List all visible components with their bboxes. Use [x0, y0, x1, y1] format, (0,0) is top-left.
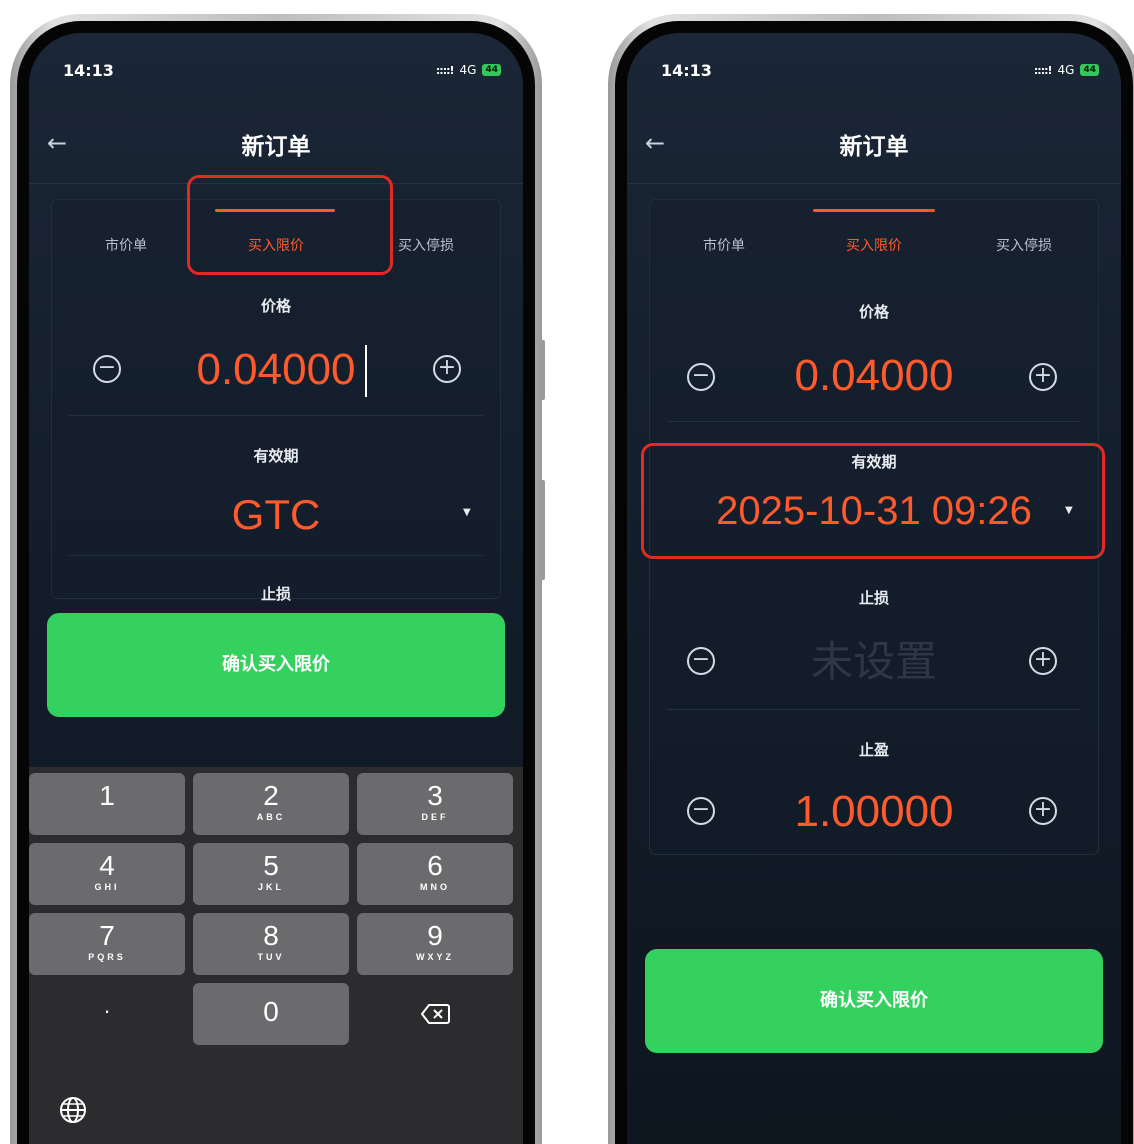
key-3[interactable]: 3 DEF [357, 773, 513, 835]
backspace-icon [420, 1004, 450, 1024]
battery-icon: 44 [482, 64, 501, 76]
dropdown-triangle-icon[interactable]: ▼ [463, 507, 471, 518]
key-number: 3 [427, 780, 443, 811]
network-label: 4G [1057, 63, 1075, 77]
row-divider [69, 555, 483, 556]
left-phone-screen: 14:13 ::::! 4G 44 ← 新订单 市价单 买入限价 买入停损 价格… [29, 33, 523, 1144]
order-type-tabs: 市价单 买入限价 买入停损 [649, 235, 1099, 255]
battery-icon: 44 [1080, 64, 1099, 76]
row-divider [667, 421, 1081, 422]
stop-loss-label: 止损 [858, 589, 889, 607]
key-letters: JKL [257, 882, 284, 892]
key-number: 9 [427, 920, 443, 951]
plus-circle-icon[interactable]: + [1029, 797, 1057, 825]
key-5[interactable]: 5 JKL [193, 843, 349, 905]
key-letters: PQRS [88, 952, 126, 962]
take-profit-label: 止盈 [858, 741, 889, 759]
right-phone-screen: 14:13 ::::! 4G 44 ← 新订单 市价单 买入限价 买入停损 价格… [627, 33, 1121, 1144]
validity-highlight-box [641, 443, 1105, 559]
confirm-buy-limit-button[interactable]: 确认买入限价 [645, 949, 1103, 1053]
status-time: 14:13 [661, 61, 712, 80]
signal-icon: ::::! [435, 63, 455, 77]
tab-buy-limit[interactable]: 买入限价 [799, 235, 949, 255]
side-button [541, 340, 545, 400]
plus-circle-icon[interactable]: + [1029, 647, 1057, 675]
phone-bezel: 14:13 ::::! 4G 44 ← 新订单 市价单 买入限价 买入停损 价格… [17, 21, 535, 1144]
right-phone-frame: 14:13 ::::! 4G 44 ← 新订单 市价单 买入限价 买入停损 价格… [608, 14, 1134, 1144]
stop-loss-label: 止损 [260, 585, 291, 603]
tab-highlight-box [187, 175, 393, 275]
validity-label: 有效期 [253, 447, 299, 465]
key-number: 4 [99, 850, 115, 881]
tab-market-order[interactable]: 市价单 [649, 235, 799, 255]
key-number: 6 [427, 850, 443, 881]
side-button [541, 480, 545, 580]
key-number: 5 [263, 850, 279, 881]
status-bar-icons: ::::! 4G 44 [436, 63, 501, 77]
key-letters: MNO [420, 882, 450, 892]
confirm-buy-limit-button[interactable]: 确认买入限价 [47, 613, 505, 717]
tab-buy-stop[interactable]: 买入停损 [949, 235, 1099, 255]
key-8[interactable]: 8 TUV [193, 913, 349, 975]
nav-divider [627, 183, 1121, 184]
key-letters: DEF [421, 812, 449, 822]
page-title: 新订单 [839, 134, 909, 160]
row-divider [69, 415, 483, 416]
row-divider [667, 709, 1081, 710]
key-number: 0 [263, 996, 279, 1027]
key-0[interactable]: 0 [193, 983, 349, 1045]
globe-icon[interactable] [59, 1096, 87, 1124]
key-letters: GHI [94, 882, 120, 892]
key-number: 2 [263, 780, 279, 811]
page-title: 新订单 [241, 134, 311, 160]
left-phone-frame: 14:13 ::::! 4G 44 ← 新订单 市价单 买入限价 买入停损 价格… [10, 14, 542, 1144]
key-number: 7 [99, 920, 115, 951]
validity-select[interactable]: GTC [29, 491, 523, 539]
status-bar-icons: ::::! 4G 44 [1034, 63, 1099, 77]
key-letters: WXYZ [416, 952, 454, 962]
key-6[interactable]: 6 MNO [357, 843, 513, 905]
phone-bezel: 14:13 ::::! 4G 44 ← 新订单 市价单 买入限价 买入停损 价格… [615, 21, 1133, 1144]
plus-circle-icon[interactable]: + [433, 355, 461, 383]
tab-market-order[interactable]: 市价单 [51, 235, 201, 255]
price-label: 价格 [260, 297, 291, 315]
key-9[interactable]: 9 WXYZ [357, 913, 513, 975]
key-number: 8 [263, 920, 279, 951]
key-letters: TUV [257, 952, 285, 962]
network-label: 4G [459, 63, 477, 77]
numeric-keyboard: 1 2 ABC 3 DEF 4 GHI 5 JKL 6 MNO 7 PQRS 8 TUV 9W… [29, 767, 523, 1144]
backspace-key[interactable] [357, 983, 513, 1045]
key-number: . [103, 993, 111, 1018]
key-4[interactable]: 4 GHI [29, 843, 185, 905]
active-tab-underline [813, 209, 935, 212]
key-7[interactable]: 7 PQRS [29, 913, 185, 975]
key-1[interactable]: 1 [29, 773, 185, 835]
status-time: 14:13 [63, 61, 114, 80]
plus-circle-icon[interactable]: + [1029, 363, 1057, 391]
key-2[interactable]: 2 ABC [193, 773, 349, 835]
price-label: 价格 [858, 303, 889, 321]
text-cursor [365, 345, 367, 397]
key-letters: ABC [256, 812, 286, 822]
key-number: 1 [99, 780, 115, 811]
key-decimal[interactable]: . [29, 983, 185, 1045]
signal-icon: ::::! [1033, 63, 1053, 77]
